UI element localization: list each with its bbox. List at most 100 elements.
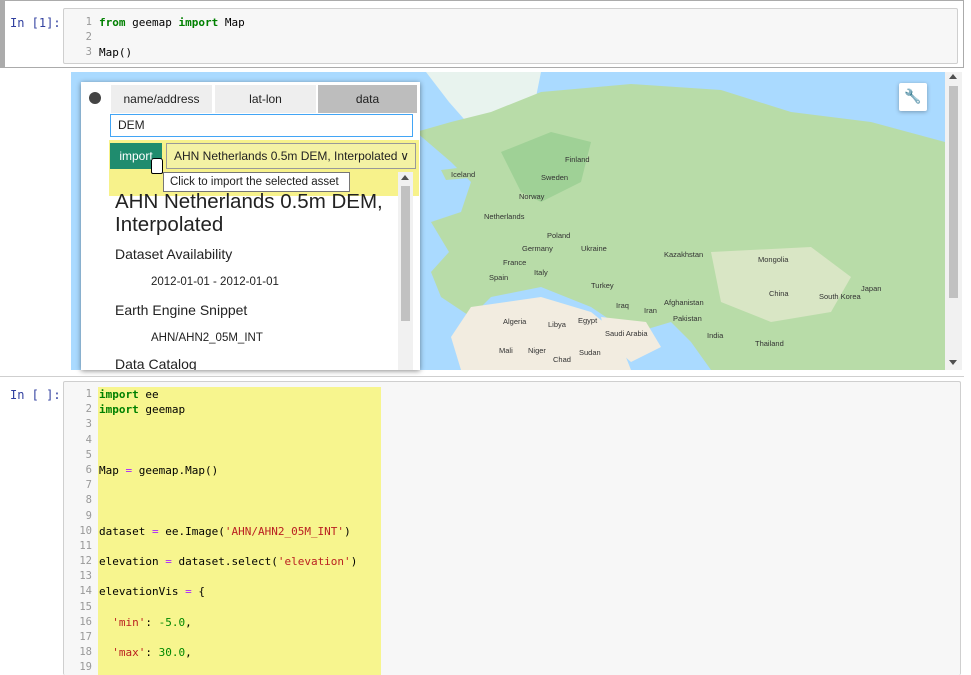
- cell-1-line-numbers: 1 2 3: [64, 15, 92, 61]
- code-token: elevation: [99, 555, 166, 569]
- map-label-germany: Germany: [522, 244, 553, 253]
- code-token: import: [99, 403, 139, 417]
- map-label-thailand: Thailand: [755, 339, 784, 348]
- map-scrollbar-thumb[interactable]: [949, 86, 958, 298]
- code-line[interactable]: [99, 539, 357, 554]
- line-number: 18: [79, 646, 92, 659]
- tab-name-address[interactable]: name/address: [111, 85, 212, 113]
- cell-2-line-numbers: 1 2 3 4 5 6 7 8 9 10 11 12 13 14 15 16 17 18 19: [64, 387, 92, 675]
- wrench-icon[interactable]: 🔧: [899, 83, 927, 111]
- code-token: 30.0: [158, 646, 186, 660]
- code-token: 'min': [112, 615, 146, 629]
- map-label-mongolia: Mongolia: [758, 255, 789, 264]
- line-number: 14: [79, 585, 92, 598]
- code-line[interactable]: 'max': 30.0,: [99, 645, 357, 660]
- line-number: 15: [79, 600, 92, 613]
- asset-select[interactable]: AHN Netherlands 0.5m DEM, Interpolated ∨: [166, 143, 416, 169]
- code-line[interactable]: [99, 660, 357, 675]
- import-tooltip: Click to import the selected asset: [163, 172, 350, 192]
- code-token: dataset.select(: [171, 555, 278, 569]
- map-label-india: India: [707, 331, 724, 340]
- map-label-sudan: Sudan: [579, 348, 601, 357]
- line-number: 19: [79, 661, 92, 674]
- map-label-spain: Spain: [489, 273, 509, 282]
- tab-data[interactable]: data: [318, 85, 417, 113]
- code-token: elevationVis: [99, 585, 186, 599]
- map-label-china: China: [769, 289, 789, 298]
- panel-scrollbar[interactable]: [398, 172, 413, 370]
- map-label-netherlands: Netherlands: [484, 212, 525, 221]
- code-line[interactable]: elevation = dataset.select('elevation'): [99, 554, 357, 569]
- code-line[interactable]: from geemap import Map: [99, 15, 245, 30]
- code-token: 'max': [112, 646, 146, 660]
- map-label-kazakhstan: Kazakhstan: [664, 250, 704, 259]
- code-token: 'AHN/AHN2_05M_INT': [224, 524, 345, 538]
- scroll-up-arrow-icon[interactable]: [949, 74, 957, 79]
- code-line[interactable]: Map = geemap.Map(): [99, 463, 357, 478]
- code-line[interactable]: [99, 630, 357, 645]
- code-token: Map: [99, 463, 126, 477]
- panel-scrollbar-thumb[interactable]: [401, 186, 410, 321]
- code-line[interactable]: 'min': -5.0,: [99, 615, 357, 630]
- cursor-hand-icon: [151, 158, 163, 174]
- code-token: geemap: [138, 403, 186, 417]
- map-label-iran: Iran: [644, 306, 657, 315]
- cell-2-code[interactable]: import ee import geemap Map = geemap.Map(…: [99, 387, 357, 675]
- line-number: 16: [79, 615, 92, 628]
- availability-value: 2012-01-01 - 2012-01-01: [151, 276, 279, 288]
- line-number: 10: [79, 524, 92, 537]
- map-label-egypt: Egypt: [578, 316, 598, 325]
- map-label-chad: Chad: [553, 355, 571, 364]
- code-line[interactable]: [99, 493, 357, 508]
- code-line[interactable]: import geemap: [99, 402, 357, 417]
- code-line[interactable]: [99, 417, 357, 432]
- code-token: ee.Image(: [158, 524, 225, 538]
- code-token: =: [165, 555, 172, 569]
- line-number: 11: [79, 539, 92, 552]
- code-line[interactable]: [99, 569, 357, 584]
- map-scrollbar[interactable]: [945, 72, 962, 370]
- scroll-down-arrow-icon[interactable]: [949, 360, 957, 365]
- line-number: 3: [85, 418, 92, 431]
- code-token: -5.0: [158, 615, 186, 629]
- dataset-title: AHN Netherlands 0.5m DEM, Interpolated: [115, 190, 383, 236]
- code-token: =: [151, 524, 159, 538]
- line-number: 1: [85, 16, 92, 28]
- code-line[interactable]: [99, 509, 357, 524]
- globe-icon[interactable]: [89, 92, 101, 104]
- code-line[interactable]: [99, 600, 357, 615]
- map-label-iceland: Iceland: [451, 170, 476, 179]
- cell-1-code[interactable]: from geemap import Map Map(): [99, 15, 245, 61]
- panel-scroll-up-arrow-icon[interactable]: [401, 175, 409, 180]
- code-line[interactable]: [99, 478, 357, 493]
- line-number: 2: [85, 403, 92, 416]
- code-token: :: [145, 615, 159, 629]
- search-input[interactable]: DEM: [110, 114, 413, 137]
- code-token: ,: [185, 646, 192, 660]
- code-line[interactable]: dataset = ee.Image('AHN/AHN2_05M_INT'): [99, 524, 357, 539]
- map-label-algeria: Algeria: [503, 317, 527, 326]
- map-label-mali: Mali: [499, 346, 513, 355]
- search-data-panel: name/address lat-lon data DEM import AHN…: [81, 82, 420, 370]
- line-number: 6: [85, 463, 92, 476]
- cell-1-editor[interactable]: 1 2 3 from geemap import Map Map(): [63, 8, 958, 64]
- code-line[interactable]: elevationVis = {: [99, 584, 357, 599]
- line-number: 17: [79, 631, 92, 643]
- code-token: =: [185, 585, 192, 599]
- map-label-south-korea: South Korea: [819, 292, 861, 301]
- availability-label: Dataset Availability: [115, 246, 233, 262]
- map-label-norway: Norway: [519, 192, 545, 201]
- map-label-afghanistan: Afghanistan: [664, 298, 704, 307]
- catalog-label: Data Catalog: [115, 356, 197, 370]
- code-line[interactable]: [99, 433, 357, 448]
- code-token: {: [191, 585, 205, 599]
- cell-2-editor[interactable]: 1 2 3 4 5 6 7 8 9 10 11 12 13 14 15 16 17 18 19 import ee i…: [63, 381, 961, 675]
- code-line[interactable]: [99, 30, 245, 45]
- code-line[interactable]: Map(): [99, 45, 245, 60]
- map-label-niger: Niger: [528, 346, 546, 355]
- code-line[interactable]: import ee: [99, 387, 357, 402]
- tab-lat-lon[interactable]: lat-lon: [215, 85, 316, 113]
- code-token: ,: [185, 615, 192, 629]
- map-label-saudi-arabia: Saudi Arabia: [605, 329, 648, 338]
- code-line[interactable]: [99, 448, 357, 463]
